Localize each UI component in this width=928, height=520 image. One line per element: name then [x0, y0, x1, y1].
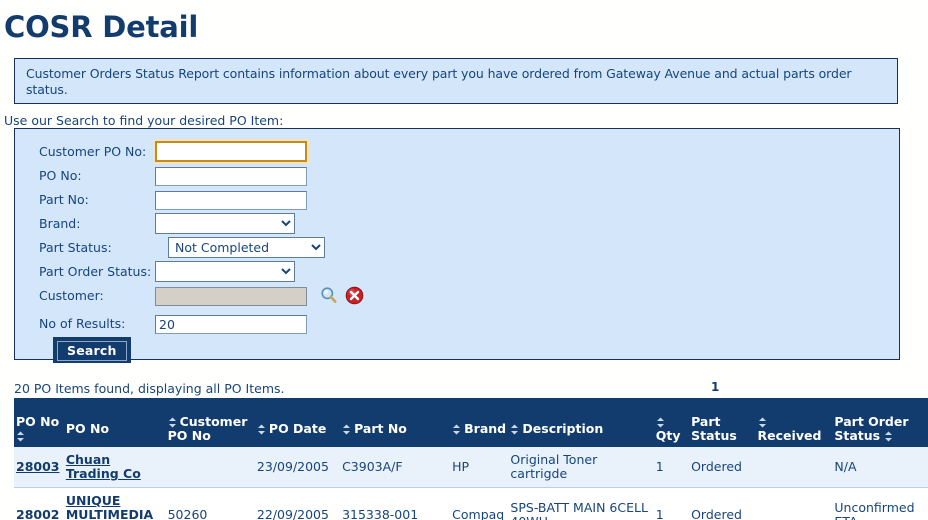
cell-brand: HP — [450, 447, 509, 488]
cell-part-no: 315338-001 — [340, 487, 451, 520]
cell-po-no: Chuan Trading Co — [63, 447, 166, 488]
col-label-po-no-id: PO No — [16, 414, 60, 429]
col-label-received: Received — [757, 428, 822, 443]
clear-icon[interactable] — [345, 286, 364, 305]
po-no-input[interactable] — [155, 167, 307, 186]
col-header-part-order-status[interactable]: Part Order Status — [832, 398, 928, 447]
search-button[interactable]: Search — [53, 337, 131, 363]
col-header-received[interactable]: Received — [755, 398, 833, 447]
sort-icon[interactable] — [884, 431, 893, 442]
po-no-id-link[interactable]: 28003 — [16, 459, 60, 474]
cell-po-date: 23/09/2005 — [254, 447, 341, 488]
sort-icon[interactable] — [452, 424, 461, 435]
no-of-results-input[interactable] — [155, 315, 307, 334]
col-label-brand: Brand — [464, 421, 507, 436]
sort-icon[interactable] — [656, 417, 665, 428]
po-no-link[interactable]: UNIQUE MULTIMEDIA SDN BHD — [66, 493, 153, 520]
label-customer: Customer: — [39, 288, 104, 303]
part-no-input[interactable] — [155, 191, 307, 210]
page-title: COSR Detail — [4, 10, 199, 44]
customer-input[interactable] — [155, 287, 307, 306]
col-label-po-no: PO No — [65, 421, 110, 436]
cell-customer-po-no: 50260 — [165, 487, 255, 520]
brand-select[interactable] — [155, 213, 295, 234]
cell-qty: 1 — [653, 487, 690, 520]
sort-icon[interactable] — [758, 417, 767, 428]
col-label-qty: Qty — [655, 428, 681, 443]
cell-qty: 1 — [653, 447, 690, 488]
sort-icon[interactable] — [168, 417, 177, 428]
sort-icon[interactable] — [257, 424, 266, 435]
cosr-detail-page: COSR Detail Customer Orders Status Repor… — [0, 0, 928, 520]
magnifier-icon[interactable] — [320, 286, 338, 304]
cell-part-no: C3903A/F — [340, 447, 451, 488]
col-header-brand[interactable]: Brand — [450, 398, 509, 447]
cell-po-date: 22/09/2005 — [254, 487, 341, 520]
sort-icon[interactable] — [510, 424, 519, 435]
label-part-no: Part No: — [39, 192, 89, 207]
cell-po-no-id: 28003 — [14, 447, 64, 488]
table-header-row: PO No PO No Customer PO No PO Date Part … — [14, 398, 928, 447]
col-header-part-status[interactable]: Part Status — [689, 398, 756, 447]
search-intro-text: Use our Search to find your desired PO I… — [4, 113, 284, 128]
po-no-id-link[interactable]: 28002 — [16, 507, 60, 520]
col-label-part-status: Part Status — [691, 414, 737, 443]
info-box-text: Customer Orders Status Report contains i… — [26, 66, 852, 97]
customer-po-no-input[interactable] — [155, 141, 307, 162]
col-label-description: Description — [522, 421, 604, 436]
cell-part-order-status: N/A — [832, 447, 928, 488]
col-label-part-no: Part No — [354, 421, 407, 436]
sort-icon[interactable] — [16, 431, 25, 442]
label-customer-po-no: Customer PO No: — [39, 144, 147, 159]
col-label-po-date: PO Date — [268, 421, 327, 436]
cell-description: Original Toner cartrigde — [508, 447, 654, 488]
col-header-po-no-id[interactable]: PO No — [14, 398, 64, 447]
info-box: Customer Orders Status Report contains i… — [14, 58, 898, 104]
label-no-of-results: No of Results: — [39, 316, 126, 331]
col-header-qty[interactable]: Qty — [653, 398, 690, 447]
cell-part-status: Ordered — [689, 487, 756, 520]
sort-icon[interactable] — [342, 424, 351, 435]
table-row[interactable]: 28002 UNIQUE MULTIMEDIA SDN BHD 50260 22… — [14, 487, 928, 520]
col-header-description[interactable]: Description — [508, 398, 654, 447]
cell-po-no-id: 28002 — [14, 487, 64, 520]
part-status-select[interactable]: Not Completed — [168, 237, 325, 258]
results-table: PO No PO No Customer PO No PO Date Part … — [14, 398, 928, 520]
cell-part-status: Ordered — [689, 447, 756, 488]
cell-po-no: UNIQUE MULTIMEDIA SDN BHD — [63, 487, 166, 520]
col-header-po-date[interactable]: PO Date — [254, 398, 341, 447]
label-po-no: PO No: — [39, 168, 82, 183]
col-header-customer-po-no[interactable]: Customer PO No — [165, 398, 255, 447]
col-header-po-no[interactable]: PO No — [63, 398, 166, 447]
search-panel: Customer PO No: PO No: Part No: Brand: P… — [14, 128, 900, 363]
label-part-status: Part Status: — [39, 240, 112, 255]
col-label-part-order-status: Part Order Status — [834, 414, 909, 443]
table-row[interactable]: 28003 Chuan Trading Co 23/09/2005 C3903A… — [14, 447, 928, 488]
cell-brand: Compaq — [450, 487, 509, 520]
results-count: 20 PO Items found, displaying all PO Ite… — [14, 381, 285, 396]
cell-description: SPS-BATT MAIN 6CELL 40WH — [508, 487, 654, 520]
label-brand: Brand: — [39, 216, 81, 231]
cell-received — [755, 447, 833, 488]
col-label-customer-po-no: Customer PO No — [167, 414, 248, 443]
cell-received — [755, 487, 833, 520]
po-no-link[interactable]: Chuan Trading Co — [66, 452, 141, 481]
pagination-current-page[interactable]: 1 — [711, 380, 719, 394]
label-part-order-status: Part Order Status: — [39, 264, 152, 279]
cell-part-order-status: Unconfirmed ETA — [832, 487, 928, 520]
search-button-label: Search — [57, 341, 127, 361]
part-order-status-select[interactable] — [155, 261, 295, 282]
col-header-part-no[interactable]: Part No — [340, 398, 451, 447]
cell-customer-po-no — [165, 447, 255, 488]
